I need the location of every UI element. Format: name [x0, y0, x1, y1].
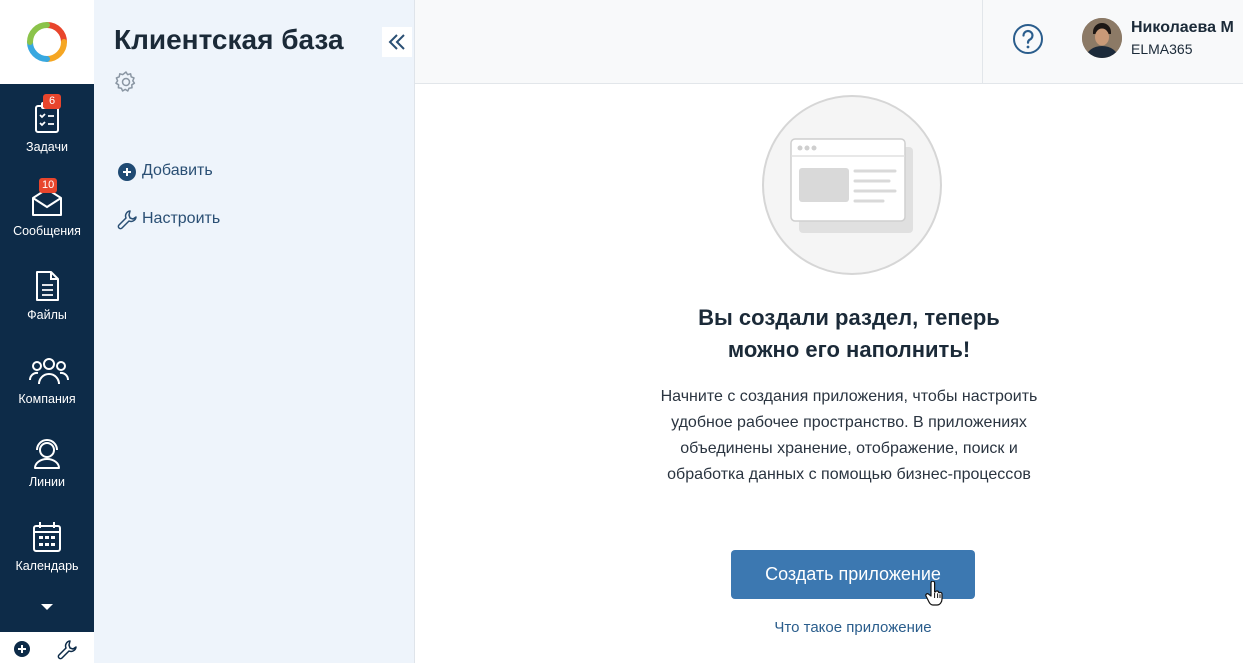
- wrench-icon: [117, 210, 137, 230]
- nav-item-label: Линии: [28, 475, 66, 489]
- nav-item-calendar[interactable]: Календарь: [0, 509, 94, 589]
- add-circle-icon: [118, 163, 136, 181]
- nav-item-label: Сообщения: [13, 224, 81, 238]
- main-nav-rail: 6 Задачи 10 Сообщения Файлы Компания Лин…: [0, 0, 94, 663]
- files-icon: [29, 268, 65, 304]
- avatar: [1082, 18, 1122, 58]
- user-name: Николаева М: [1131, 19, 1234, 36]
- heading-line-1: Вы создали раздел, теперь: [698, 305, 1000, 330]
- nav-item-lines[interactable]: Линии: [0, 425, 94, 505]
- empty-state-heading: Вы создали раздел, теперь можно его напо…: [629, 302, 1069, 366]
- user-org: ELMA365: [1131, 41, 1193, 57]
- tasks-badge: 6: [43, 94, 61, 109]
- rail-bottom-bar: [0, 632, 94, 663]
- elma-logo-icon: [27, 22, 67, 62]
- tasks-icon: 6: [29, 94, 65, 136]
- company-icon: [28, 352, 70, 388]
- nav-item-label: Задачи: [26, 140, 68, 154]
- nav-item-label: Компания: [18, 392, 76, 406]
- wrench-icon[interactable]: [56, 638, 78, 660]
- double-chevron-left-icon: [388, 34, 405, 50]
- add-circle-icon[interactable]: [13, 640, 31, 658]
- nav-item-messages[interactable]: 10 Сообщения: [0, 174, 94, 254]
- section-settings-gear-icon[interactable]: [114, 70, 138, 94]
- heading-line-2: можно его наполнить!: [727, 337, 971, 362]
- nav-item-label: Календарь: [15, 559, 79, 573]
- hand-pointer-cursor-icon: [925, 581, 943, 606]
- collapse-panel-button[interactable]: [382, 27, 412, 57]
- add-link-label: Добавить: [142, 162, 213, 179]
- configure-link-label: Настроить: [142, 210, 221, 227]
- header-divider: [982, 0, 983, 84]
- top-header: Николаева М ELMA365: [415, 0, 1243, 84]
- main-content: Вы создали раздел, теперь можно его напо…: [415, 84, 1243, 663]
- user-profile[interactable]: Николаева М ELMA365: [1082, 18, 1234, 58]
- empty-state-description: Начните с создания приложения, чтобы нас…: [660, 388, 1038, 483]
- messages-icon: 10: [29, 178, 65, 220]
- add-link[interactable]: Добавить: [116, 160, 213, 182]
- app-logo[interactable]: [0, 0, 94, 84]
- nav-item-files[interactable]: Файлы: [0, 258, 94, 338]
- nav-item-tasks[interactable]: 6 Задачи: [0, 90, 94, 170]
- nav-item-label: Файлы: [27, 308, 67, 322]
- more-nav-chevron-icon[interactable]: [37, 600, 57, 614]
- what-is-app-link[interactable]: Что такое приложение: [715, 619, 991, 636]
- section-title: Клиентская база: [114, 24, 344, 55]
- empty-app-illustration: [762, 95, 942, 275]
- lines-icon: [29, 435, 65, 471]
- app-window: 6 Задачи 10 Сообщения Файлы Компания Лин…: [0, 0, 1243, 663]
- help-question-icon[interactable]: [1012, 23, 1044, 55]
- messages-badge: 10: [39, 178, 58, 193]
- section-panel: Клиентская база Добавить Настроить: [94, 0, 415, 663]
- configure-link[interactable]: Настроить: [116, 208, 220, 230]
- calendar-icon: [29, 519, 65, 555]
- nav-item-company[interactable]: Компания: [0, 342, 94, 422]
